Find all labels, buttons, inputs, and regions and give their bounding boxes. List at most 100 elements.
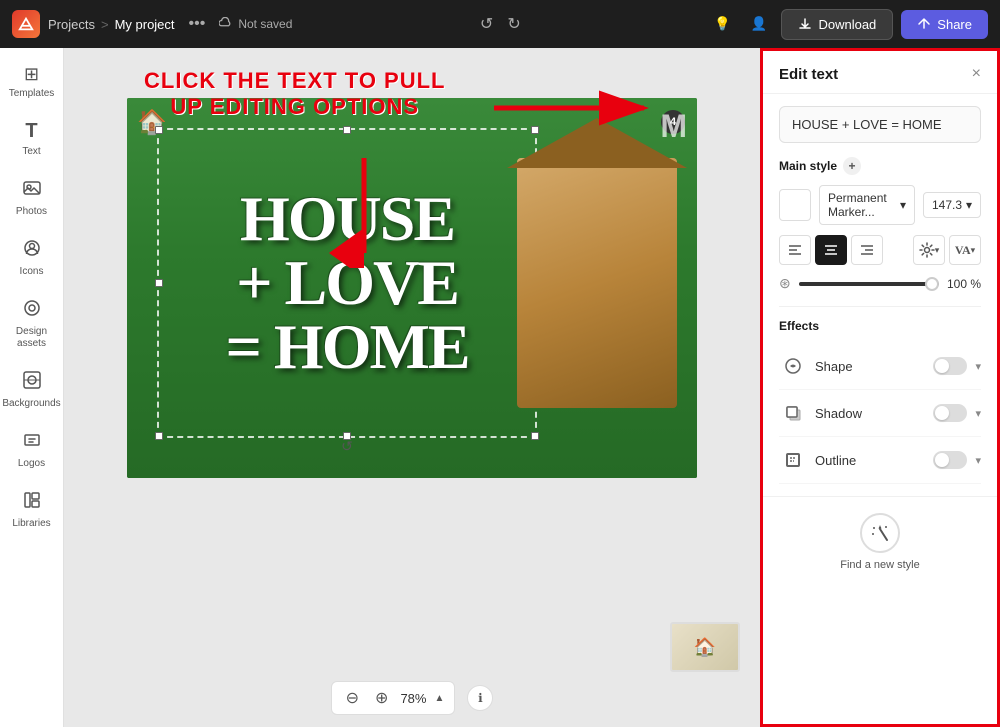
bottom-bar: ⊖ ⊕ 78% ▲ ℹ [64, 681, 760, 715]
text-icon: T [25, 120, 37, 143]
opacity-slider-thumb[interactable] [925, 277, 939, 291]
find-new-style[interactable]: Find a new style [763, 496, 997, 587]
sidebar-item-libraries[interactable]: Libraries [4, 482, 60, 538]
share-icon [917, 17, 931, 31]
handle-bl[interactable] [155, 432, 163, 440]
shape-chevron[interactable]: ▾ [975, 360, 981, 373]
opacity-row: ⊛ 100 % [779, 275, 981, 292]
shadow-chevron[interactable]: ▾ [975, 407, 981, 420]
instruction-overlay: CLICK THE TEXT TO PULL UP EDITING OPTION… [144, 68, 445, 120]
canvas-wrapper[interactable]: 🏠 HOUSE + LOVE = HOME [127, 98, 697, 478]
outline-effect-row: Outline ▾ [779, 437, 981, 484]
shape-effect-icon [779, 352, 807, 380]
logos-icon [22, 430, 42, 455]
panel-close-button[interactable]: × [972, 65, 981, 83]
edit-text-panel: Edit text × HOUSE + LOVE = HOME Main sty… [760, 48, 1000, 727]
rotate-handle[interactable]: ↺ [337, 436, 357, 456]
outline-toggle-thumb [935, 453, 949, 467]
text-style-button[interactable]: VA ▾ [949, 235, 981, 265]
zoom-in-button[interactable]: ⊕ [371, 686, 392, 710]
instruction-line2: UP EDITING OPTIONS [144, 94, 445, 120]
download-icon [798, 17, 812, 31]
instruction-line1: CLICK THE TEXT TO PULL [144, 68, 445, 94]
thumbnail-item[interactable]: 🏠 [670, 622, 740, 672]
more-button[interactable]: ••• [183, 13, 212, 35]
text-preview[interactable]: HOUSE + LOVE = HOME [779, 106, 981, 143]
breadcrumb: Projects > My project [48, 17, 175, 32]
align-left-button[interactable] [779, 235, 811, 265]
canvas-area[interactable]: CLICK THE TEXT TO PULL UP EDITING OPTION… [64, 48, 760, 727]
align-right-button[interactable] [851, 235, 883, 265]
libraries-label: Libraries [12, 518, 50, 530]
logos-label: Logos [18, 458, 45, 470]
main-layout: ⊞ Templates T Text Photos Icons Design a… [0, 48, 1000, 727]
find-style-label: Find a new style [840, 559, 919, 571]
design-assets-icon [22, 298, 42, 323]
font-size-control[interactable]: 147.3 ▾ [923, 192, 981, 218]
opacity-slider[interactable] [799, 282, 939, 286]
opacity-value: 100 % [947, 277, 981, 291]
undo-button[interactable]: ↺ [476, 10, 497, 38]
opacity-icon: ⊛ [779, 275, 791, 292]
photos-label: Photos [16, 206, 47, 218]
undo-redo: ↺ ↻ [476, 10, 525, 38]
shape-toggle-thumb [935, 359, 949, 373]
backgrounds-icon [22, 370, 42, 395]
templates-label: Templates [9, 88, 55, 100]
handle-ml[interactable] [155, 279, 163, 287]
idea-button[interactable]: 💡 [708, 10, 737, 38]
save-status: Not saved [219, 17, 292, 31]
align-center-button[interactable] [815, 235, 847, 265]
info-button[interactable]: ℹ [467, 685, 493, 711]
outline-toggle[interactable] [933, 451, 967, 469]
outline-effect-icon [779, 446, 807, 474]
user-button[interactable]: 👤 [745, 10, 774, 38]
shape-effect-row: Shape ▾ [779, 343, 981, 390]
shadow-toggle[interactable] [933, 404, 967, 422]
sidebar-item-photos[interactable]: Photos [4, 170, 60, 226]
handle-tl[interactable] [155, 126, 163, 134]
handle-tm[interactable] [343, 126, 351, 134]
align-left-icon [788, 244, 802, 256]
sidebar-item-backgrounds[interactable]: Backgrounds [4, 362, 60, 418]
sidebar-item-templates[interactable]: ⊞ Templates [4, 56, 60, 108]
find-style-icon [860, 513, 900, 553]
zoom-controls: ⊖ ⊕ 78% ▲ [331, 681, 456, 715]
zoom-out-button[interactable]: ⊖ [342, 686, 363, 710]
add-style-button[interactable]: + [843, 157, 861, 175]
arrow-right-svg [484, 78, 664, 138]
alignment-row: ▾ VA ▾ [779, 235, 981, 265]
font-select[interactable]: Permanent Marker... ▾ [819, 185, 915, 225]
shadow-effect-label: Shadow [815, 406, 925, 421]
breadcrumb-separator: > [101, 17, 109, 32]
share-button[interactable]: Share [901, 10, 988, 39]
effects-title: Effects [779, 319, 981, 333]
photos-icon [22, 178, 42, 203]
shape-toggle[interactable] [933, 357, 967, 375]
canvas-image[interactable]: 🏠 HOUSE + LOVE = HOME [127, 98, 697, 478]
text-effects-button[interactable]: ▾ [913, 235, 945, 265]
panel-title: Edit text [779, 66, 838, 83]
libraries-icon [22, 490, 42, 515]
font-row: Permanent Marker... ▾ 147.3 ▾ [779, 185, 981, 225]
breadcrumb-projects[interactable]: Projects [48, 17, 95, 32]
color-swatch[interactable] [779, 189, 811, 221]
text-label: Text [22, 146, 40, 158]
redo-button[interactable]: ↻ [503, 10, 524, 38]
zoom-chevron[interactable]: ▲ [434, 693, 444, 704]
templates-icon: ⊞ [24, 64, 39, 85]
shape-effect-label: Shape [815, 359, 925, 374]
sidebar-item-text[interactable]: T Text [4, 112, 60, 166]
outline-effect-label: Outline [815, 453, 925, 468]
sidebar-item-icons[interactable]: Icons [4, 230, 60, 286]
sidebar-item-logos[interactable]: Logos [4, 422, 60, 478]
app-logo [12, 10, 40, 38]
corner-letter: M [660, 108, 687, 145]
shadow-toggle-thumb [935, 406, 949, 420]
download-button[interactable]: Download [781, 9, 893, 40]
effects-section: Effects Shape ▾ [779, 306, 981, 484]
sidebar-item-design-assets[interactable]: Design assets [4, 290, 60, 358]
outline-chevron[interactable]: ▾ [975, 454, 981, 467]
handle-br[interactable] [531, 432, 539, 440]
breadcrumb-current[interactable]: My project [115, 17, 175, 32]
